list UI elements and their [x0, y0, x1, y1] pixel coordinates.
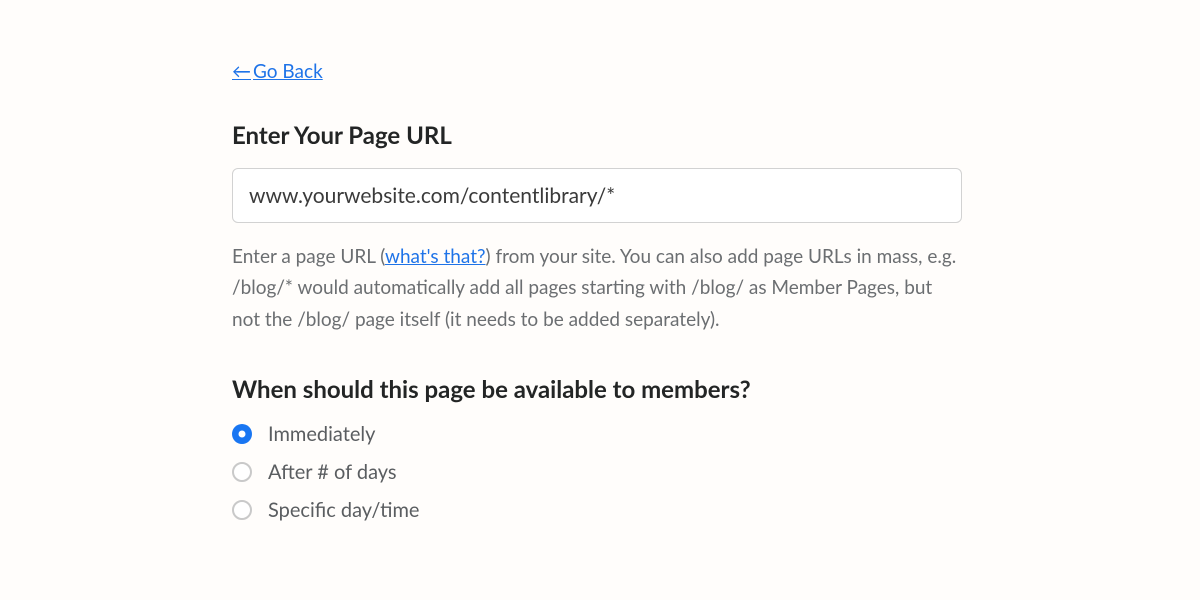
radio-label: Specific day/time [268, 498, 419, 522]
go-back-label: Go Back [253, 60, 323, 83]
radio-icon [232, 462, 252, 482]
help-prefix: Enter a page URL ( [232, 245, 385, 268]
availability-heading: When should this page be available to me… [232, 375, 962, 404]
radio-option-specific[interactable]: Specific day/time [232, 498, 962, 522]
go-back-link[interactable]: ← Go Back [232, 60, 323, 83]
whats-that-link[interactable]: what's that? [385, 245, 486, 268]
url-help-text: Enter a page URL (what's that?) from you… [232, 241, 962, 335]
radio-option-immediately[interactable]: Immediately [232, 422, 962, 446]
page-url-input[interactable] [232, 168, 962, 223]
url-heading: Enter Your Page URL [232, 121, 962, 150]
radio-label: Immediately [268, 422, 375, 446]
radio-label: After # of days [268, 460, 397, 484]
arrow-left-icon: ← [232, 60, 251, 83]
radio-icon [232, 500, 252, 520]
radio-icon [232, 424, 252, 444]
availability-radio-group: Immediately After # of days Specific day… [232, 422, 962, 522]
radio-option-after-days[interactable]: After # of days [232, 460, 962, 484]
